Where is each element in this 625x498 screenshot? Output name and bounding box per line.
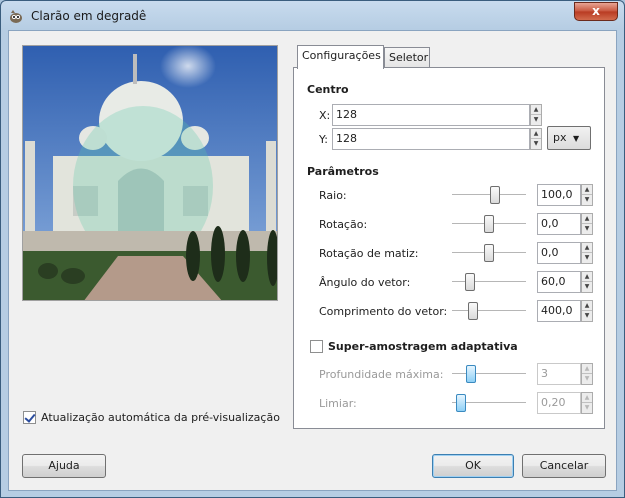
unit-dropdown[interactable]: px ▼ <box>547 126 591 150</box>
preview-image[interactable] <box>22 45 278 301</box>
rotacao-label: Rotação: <box>319 218 368 231</box>
angulo-vetor-label: Ângulo do vetor: <box>319 276 411 289</box>
auto-preview-checkbox[interactable] <box>23 411 36 424</box>
tab-configuracoes-label: Configurações <box>302 49 381 62</box>
cancel-button[interactable]: Cancelar <box>522 454 606 478</box>
spin-down-icon[interactable]: ▼ <box>582 403 592 413</box>
spin-down-icon[interactable]: ▼ <box>582 311 592 321</box>
spin-up-icon[interactable]: ▲ <box>582 301 592 311</box>
spin-down-icon[interactable]: ▼ <box>582 374 592 384</box>
supersampling-option[interactable]: Super-amostragem adaptativa <box>310 340 518 353</box>
raio-slider[interactable] <box>452 194 526 196</box>
rotacao-matiz-label: Rotação de matiz: <box>319 247 419 260</box>
spin-down-icon[interactable]: ▼ <box>582 282 592 292</box>
spin-up-icon[interactable]: ▲ <box>531 129 541 139</box>
supersampling-checkbox[interactable] <box>310 340 323 353</box>
parametros-title: Parâmetros <box>307 165 379 178</box>
spin-up-icon[interactable]: ▲ <box>582 364 592 374</box>
supersampling-label: Super-amostragem adaptativa <box>328 340 518 353</box>
ok-button[interactable]: OK <box>432 454 514 478</box>
spin-down-icon[interactable]: ▼ <box>582 224 592 234</box>
spin-up-icon[interactable]: ▲ <box>582 393 592 403</box>
close-button[interactable]: x <box>574 2 618 21</box>
raio-input[interactable]: 100,0 <box>537 184 581 206</box>
comprimento-vetor-slider[interactable] <box>452 310 526 312</box>
tab-seletor[interactable]: Seletor <box>384 47 430 69</box>
rotacao-input[interactable]: 0,0 <box>537 213 581 235</box>
spin-up-icon[interactable]: ▲ <box>582 185 592 195</box>
limiar-input[interactable]: 0,20 <box>537 392 581 414</box>
taj-mahal-preview-icon <box>23 46 277 300</box>
rotacao-slider-thumb[interactable] <box>484 215 494 233</box>
raio-slider-thumb[interactable] <box>490 186 500 204</box>
x-input[interactable]: 128 <box>332 104 530 126</box>
gimp-app-icon <box>10 10 22 23</box>
rotacao-matiz-input[interactable]: 0,0 <box>537 242 581 264</box>
comprimento-vetor-label: Comprimento do vetor: <box>319 305 448 318</box>
profundidade-maxima-label: Profundidade máxima: <box>319 368 444 381</box>
spin-down-icon[interactable]: ▼ <box>582 195 592 205</box>
y-input[interactable]: 128 <box>332 128 530 150</box>
y-label: Y: <box>319 133 328 146</box>
angulo-vetor-input[interactable]: 60,0 <box>537 271 581 293</box>
spin-up-icon[interactable]: ▲ <box>582 243 592 253</box>
y-spinner[interactable]: ▲ ▼ <box>530 128 542 150</box>
spin-up-icon[interactable]: ▲ <box>531 105 541 115</box>
limiar-slider-thumb[interactable] <box>456 394 466 412</box>
unit-value: px <box>553 131 567 144</box>
auto-preview-label: Atualização automática da pré-visualizaç… <box>41 411 280 424</box>
profundidade-maxima-spinner[interactable]: ▲ ▼ <box>581 363 593 385</box>
x-label: X: <box>319 109 331 122</box>
tab-configuracoes[interactable]: Configurações <box>297 45 384 69</box>
tab-seletor-label: Seletor <box>389 51 429 64</box>
rotacao-matiz-spinner[interactable]: ▲ ▼ <box>581 242 593 264</box>
comprimento-vetor-input[interactable]: 400,0 <box>537 300 581 322</box>
limiar-spinner[interactable]: ▲ ▼ <box>581 392 593 414</box>
chevron-down-icon: ▼ <box>573 134 580 143</box>
close-icon: x <box>592 4 600 18</box>
limiar-label: Limiar: <box>319 397 357 410</box>
spin-down-icon[interactable]: ▼ <box>582 253 592 263</box>
comprimento-vetor-slider-thumb[interactable] <box>468 302 478 320</box>
spin-up-icon[interactable]: ▲ <box>582 214 592 224</box>
window-title: Clarão em degradê <box>31 9 147 23</box>
profundidade-maxima-input[interactable]: 3 <box>537 363 581 385</box>
spin-down-icon[interactable]: ▼ <box>531 139 541 149</box>
x-spinner[interactable]: ▲ ▼ <box>530 104 542 126</box>
raio-spinner[interactable]: ▲ ▼ <box>581 184 593 206</box>
rotacao-matiz-slider-thumb[interactable] <box>484 244 494 262</box>
angulo-vetor-spinner[interactable]: ▲ ▼ <box>581 271 593 293</box>
help-button[interactable]: Ajuda <box>22 454 106 478</box>
spin-down-icon[interactable]: ▼ <box>531 115 541 125</box>
dialog-client-area: Atualização automática da pré-visualizaç… <box>8 30 617 491</box>
profundidade-maxima-slider-thumb[interactable] <box>466 365 476 383</box>
centro-title: Centro <box>307 83 349 96</box>
spin-up-icon[interactable]: ▲ <box>582 272 592 282</box>
raio-label: Raio: <box>319 189 347 202</box>
rotacao-spinner[interactable]: ▲ ▼ <box>581 213 593 235</box>
comprimento-vetor-spinner[interactable]: ▲ ▼ <box>581 300 593 322</box>
dialog-window: Clarão em degradê x Atualização automáti… <box>0 0 625 498</box>
title-bar[interactable]: Clarão em degradê x <box>1 1 624 31</box>
auto-preview-option[interactable]: Atualização automática da pré-visualizaç… <box>23 411 280 424</box>
angulo-vetor-slider[interactable] <box>452 281 526 283</box>
profundidade-maxima-slider[interactable] <box>452 373 526 375</box>
angulo-vetor-slider-thumb[interactable] <box>465 273 475 291</box>
